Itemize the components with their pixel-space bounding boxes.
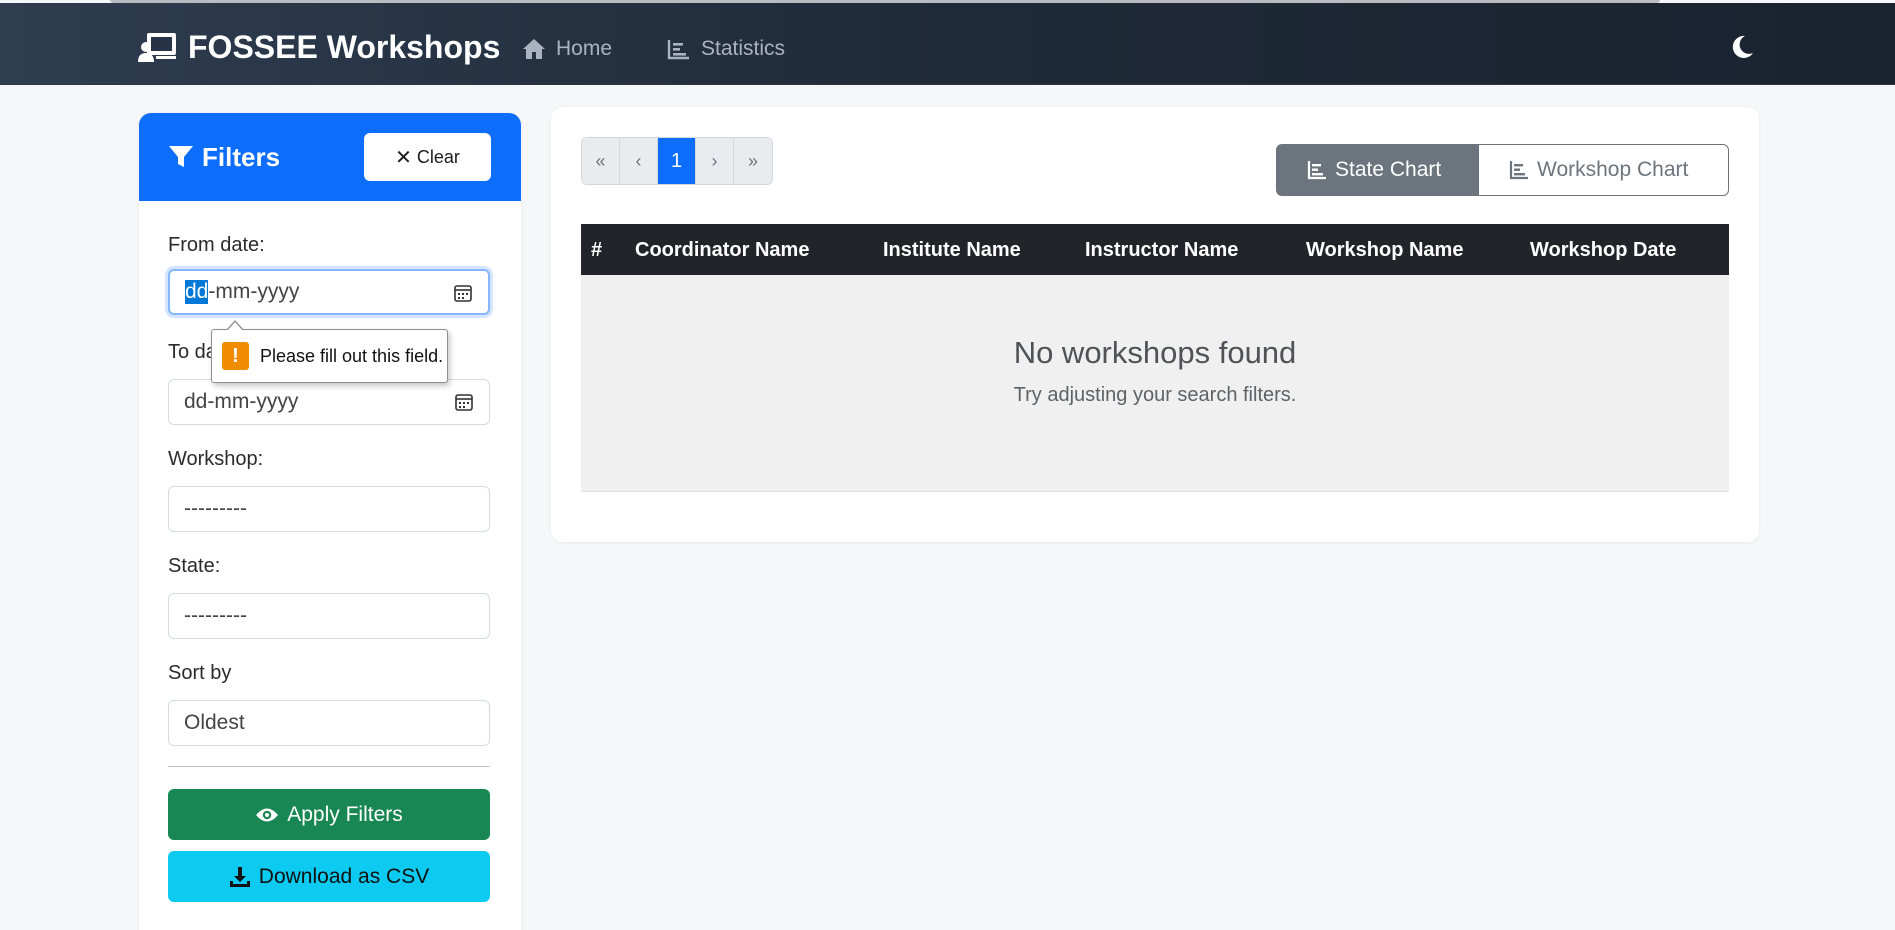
validation-tooltip-text: Please fill out this field. xyxy=(260,345,444,366)
to-date-value: dd-mm-yyyy xyxy=(184,390,299,413)
pagination: « ‹ 1 › » xyxy=(581,137,773,185)
filters-card: Filters ✕ Clear From date: dd -mm-yyyy To… xyxy=(139,113,521,930)
page-first-button[interactable]: « xyxy=(582,138,620,184)
workshop-chart-button[interactable]: Workshop Chart xyxy=(1478,144,1729,196)
sort-by-select-value: Oldest xyxy=(184,711,245,734)
page-last-button[interactable]: » xyxy=(734,138,772,184)
workshops-card: « ‹ 1 › » State Chart Workshop Chart # C… xyxy=(551,107,1759,542)
nav-home-link[interactable]: Home xyxy=(522,33,612,65)
download-csv-label: Download as CSV xyxy=(258,864,430,888)
nav-home-label: Home xyxy=(556,37,613,60)
filters-divider xyxy=(168,766,490,767)
workshop-select[interactable]: --------- xyxy=(168,486,490,532)
calendar-icon[interactable] xyxy=(455,393,473,411)
validation-tooltip: ! Please fill out this field. xyxy=(211,320,448,383)
brand-name: FOSSEE Workshops xyxy=(188,28,501,65)
filters-title-text: Filters xyxy=(202,141,281,172)
moon-icon[interactable] xyxy=(1728,33,1756,61)
workshop-label: Workshop: xyxy=(168,448,264,470)
state-select[interactable]: --------- xyxy=(168,593,490,639)
page-prev-button[interactable]: ‹ xyxy=(620,138,658,184)
calendar-icon[interactable] xyxy=(454,284,472,302)
home-icon xyxy=(523,39,545,59)
column-header-instructor[interactable]: Instructor Name xyxy=(1085,239,1238,262)
empty-state-title: No workshops found xyxy=(1013,335,1297,370)
nav-statistics-link[interactable]: Statistics xyxy=(667,33,785,65)
state-chart-label: State Chart xyxy=(1335,158,1442,181)
filters-title: Filters xyxy=(168,142,280,173)
from-date-rest: -mm-yyyy xyxy=(208,280,300,303)
clear-label: Clear xyxy=(416,146,460,167)
from-date-selected-segment: dd xyxy=(185,280,209,304)
apply-filters-label: Apply Filters xyxy=(287,802,403,826)
empty-state: No workshops found Try adjusting your se… xyxy=(581,275,1729,492)
to-date-input[interactable]: dd-mm-yyyy xyxy=(168,379,490,425)
chart-icon xyxy=(1307,161,1326,180)
state-chart-button[interactable]: State Chart xyxy=(1276,144,1478,196)
chart-icon xyxy=(1509,161,1528,180)
workshop-select-value: --------- xyxy=(184,497,247,520)
brand[interactable]: FOSSEE Workshops xyxy=(138,27,500,67)
workshop-chart-label: Workshop Chart xyxy=(1537,158,1689,181)
apply-filters-button[interactable]: Apply Filters xyxy=(168,789,490,840)
page-current-button[interactable]: 1 xyxy=(658,138,696,184)
table-header: # Coordinator Name Institute Name Instru… xyxy=(581,224,1729,275)
sort-by-select[interactable]: Oldest xyxy=(168,700,490,746)
state-select-value: --------- xyxy=(184,604,247,627)
from-date-label: From date: xyxy=(168,234,265,256)
column-header-workshop-date[interactable]: Workshop Date xyxy=(1530,239,1676,262)
column-header-index[interactable]: # xyxy=(591,239,602,262)
column-header-workshop-name[interactable]: Workshop Name xyxy=(1306,239,1463,262)
download-icon xyxy=(229,866,250,887)
eye-icon xyxy=(256,808,279,821)
column-header-institute[interactable]: Institute Name xyxy=(883,239,1021,262)
column-header-coordinator[interactable]: Coordinator Name xyxy=(635,239,809,262)
chart-icon xyxy=(667,40,689,60)
navbar: FOSSEE Workshops Home Statistics xyxy=(0,3,1895,85)
from-date-input[interactable]: dd -mm-yyyy xyxy=(168,269,490,315)
close-icon: ✕ xyxy=(395,146,412,169)
empty-state-subtitle: Try adjusting your search filters. xyxy=(1013,384,1297,406)
clear-button[interactable]: ✕ Clear xyxy=(364,133,491,181)
workshops-table: # Coordinator Name Institute Name Instru… xyxy=(581,224,1729,492)
nav-statistics-label: Statistics xyxy=(701,37,786,60)
sort-by-label: Sort by xyxy=(168,662,232,684)
warning-icon: ! xyxy=(222,342,249,370)
state-label: State: xyxy=(168,555,221,577)
filters-header: Filters ✕ Clear xyxy=(139,113,521,201)
chart-toggle-group: State Chart Workshop Chart xyxy=(1276,144,1729,196)
filter-icon xyxy=(169,146,193,167)
download-csv-button[interactable]: Download as CSV xyxy=(168,851,490,902)
laptop-user-icon xyxy=(138,33,176,62)
page-next-button[interactable]: › xyxy=(696,138,734,184)
